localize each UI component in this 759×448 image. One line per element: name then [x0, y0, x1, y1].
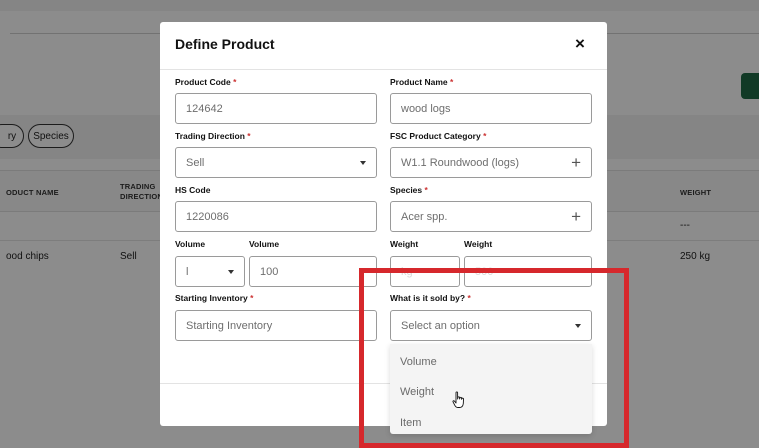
chevron-down-icon	[228, 269, 234, 274]
hs-code-input[interactable]: 1220086	[175, 201, 377, 232]
trading-direction-select[interactable]: Sell	[175, 147, 377, 178]
chevron-down-icon	[360, 160, 366, 165]
fsc-category-label: FSC Product Category *	[390, 131, 487, 141]
hand-pointer-icon	[452, 391, 466, 414]
fsc-category-input[interactable]: W1.1 Roundwood (logs) +	[390, 147, 592, 178]
product-code-input[interactable]: 124642	[175, 93, 377, 124]
volume-value-label: Volume	[249, 239, 280, 249]
starting-inventory-label: Starting Inventory *	[175, 293, 254, 303]
weight-value-label: Weight	[464, 239, 493, 249]
starting-inventory-input[interactable]: Starting Inventory	[175, 310, 377, 341]
volume-unit-select[interactable]: l	[175, 256, 245, 287]
volume-value-input[interactable]: 100	[249, 256, 377, 287]
plus-icon[interactable]: +	[571, 208, 581, 225]
volume-unit-label: Volume	[175, 239, 206, 249]
hs-code-label: HS Code	[175, 185, 211, 195]
product-name-input[interactable]: wood logs	[390, 93, 592, 124]
plus-icon[interactable]: +	[571, 154, 581, 171]
trading-direction-label: Trading Direction *	[175, 131, 251, 141]
modal-title: Define Product	[175, 36, 275, 52]
modal-header-divider	[160, 69, 607, 70]
species-input[interactable]: Acer spp. +	[390, 201, 592, 232]
highlight-box	[359, 268, 629, 448]
product-name-label: Product Name *	[390, 77, 454, 87]
species-label: Species *	[390, 185, 428, 195]
close-icon[interactable]: ×	[571, 34, 589, 53]
weight-unit-label: Weight	[390, 239, 419, 249]
product-code-label: Product Code *	[175, 77, 237, 87]
